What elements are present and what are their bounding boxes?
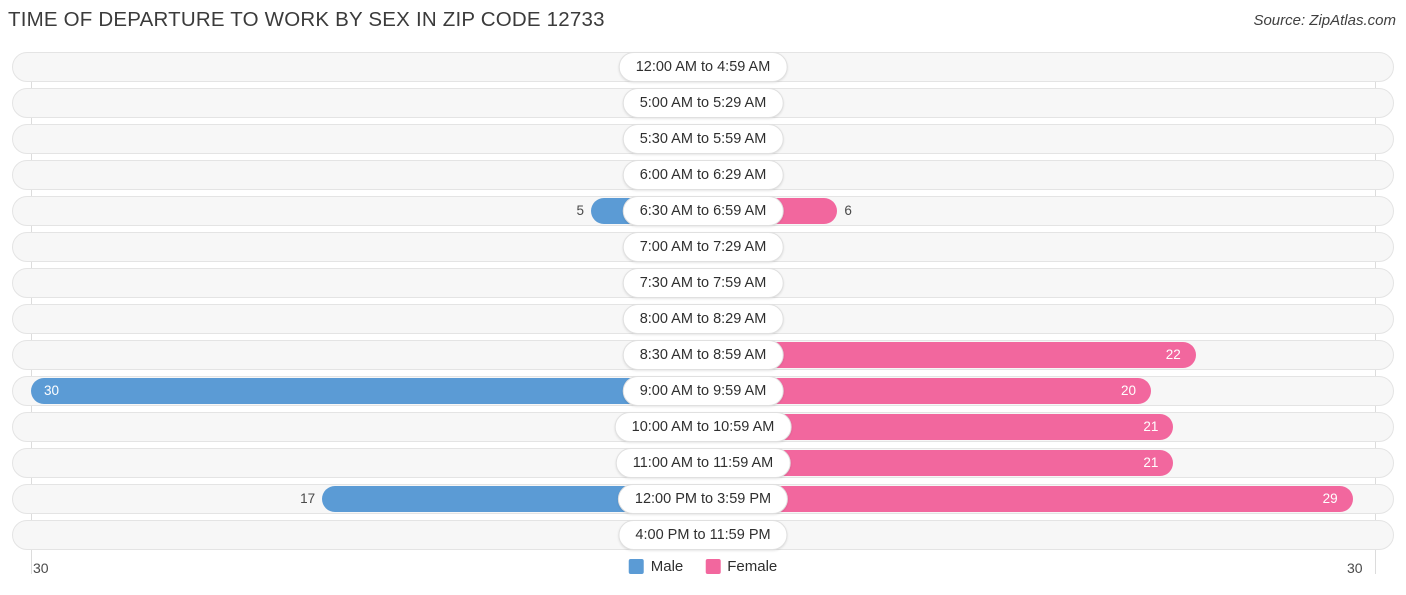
bar-value-female: 21 (1143, 419, 1159, 434)
bar-row-inner: 0228:30 AM to 8:59 AM (13, 340, 1393, 370)
bar-row[interactable]: 02110:00 AM to 10:59 AM (12, 412, 1394, 442)
bar-value-female: 20 (1121, 383, 1137, 398)
category-label: 9:00 AM to 9:59 AM (622, 376, 784, 406)
axis-label-left: 30 (33, 560, 49, 576)
bar-row-inner: 005:00 AM to 5:29 AM (13, 88, 1393, 118)
bar-row[interactable]: 5 6 6:30 AM to 6:59 AM (12, 196, 1394, 226)
bar-row[interactable]: 0012:00 AM to 4:59 AM (12, 52, 1394, 82)
category-label: 7:00 AM to 7:29 AM (622, 232, 784, 262)
bar-row[interactable]: 008:00 AM to 8:29 AM (12, 304, 1394, 334)
bar-row-inner: 30 20 9:00 AM to 9:59 AM (13, 376, 1393, 406)
source-attribution: Source: ZipAtlas.com (1253, 12, 1396, 29)
bar-value-female: 29 (1322, 491, 1338, 506)
bar-value-male: 5 (576, 203, 584, 218)
category-label: 4:00 PM to 11:59 PM (618, 520, 788, 550)
axis-label-right: 30 (1347, 560, 1363, 576)
bar-row-inner: 007:30 AM to 7:59 AM (13, 268, 1393, 298)
page-title: TIME OF DEPARTURE TO WORK BY SEX IN ZIP … (8, 8, 605, 31)
legend-item-male[interactable]: Male (628, 558, 684, 575)
bar-row[interactable]: 005:30 AM to 5:59 AM (12, 124, 1394, 154)
bar-male (31, 378, 703, 404)
bar-value-female: 22 (1165, 347, 1181, 362)
legend-item-female[interactable]: Female (705, 558, 777, 575)
legend-label-male: Male (650, 558, 684, 575)
bar-row-inner: 17 29 12:00 PM to 3:59 PM (13, 484, 1393, 514)
bar-row[interactable]: 006:00 AM to 6:29 AM (12, 160, 1394, 190)
category-label: 6:30 AM to 6:59 AM (622, 196, 784, 226)
bar-female (703, 486, 1353, 512)
bar-row[interactable]: 17 29 12:00 PM to 3:59 PM (12, 484, 1394, 514)
bar-value-male: 30 (43, 383, 59, 398)
bar-row-inner: 02110:00 AM to 10:59 AM (13, 412, 1393, 442)
bar-row[interactable]: 007:00 AM to 7:29 AM (12, 232, 1394, 262)
bar-row-inner: 005:30 AM to 5:59 AM (13, 124, 1393, 154)
category-label: 12:00 AM to 4:59 AM (618, 52, 788, 82)
chart-root: TIME OF DEPARTURE TO WORK BY SEX IN ZIP … (0, 0, 1406, 595)
bar-rows: 0012:00 AM to 4:59 AM 005:00 AM to 5:29 A… (12, 52, 1394, 550)
bar-row-inner: 008:00 AM to 8:29 AM (13, 304, 1393, 334)
category-label: 7:30 AM to 7:59 AM (622, 268, 784, 298)
plot-area: 0012:00 AM to 4:59 AM 005:00 AM to 5:29 A… (12, 52, 1394, 574)
bar-value-male: 17 (300, 491, 316, 506)
bar-value-female: 6 (844, 203, 852, 218)
bar-row-inner: 02111:00 AM to 11:59 AM (13, 448, 1393, 478)
bar-row[interactable]: 0228:30 AM to 8:59 AM (12, 340, 1394, 370)
category-label: 5:30 AM to 5:59 AM (622, 124, 784, 154)
bar-row[interactable]: 004:00 PM to 11:59 PM (12, 520, 1394, 550)
legend: Male Female (628, 558, 777, 575)
bar-value-female: 21 (1143, 455, 1159, 470)
category-label: 10:00 AM to 10:59 AM (614, 412, 792, 442)
bar-row[interactable]: 02111:00 AM to 11:59 AM (12, 448, 1394, 478)
bar-row-inner: 0012:00 AM to 4:59 AM (13, 52, 1393, 82)
bar-row-inner: 006:00 AM to 6:29 AM (13, 160, 1393, 190)
bar-row-inner: 004:00 PM to 11:59 PM (13, 520, 1393, 550)
legend-swatch-male-icon (628, 559, 644, 574)
bar-row-inner: 5 6 6:30 AM to 6:59 AM (13, 196, 1393, 226)
category-label: 5:00 AM to 5:29 AM (622, 88, 784, 118)
category-label: 8:30 AM to 8:59 AM (622, 340, 784, 370)
bar-row[interactable]: 30 20 9:00 AM to 9:59 AM (12, 376, 1394, 406)
bar-row-inner: 007:00 AM to 7:29 AM (13, 232, 1393, 262)
category-label: 8:00 AM to 8:29 AM (622, 304, 784, 334)
legend-swatch-female-icon (705, 559, 721, 574)
category-label: 11:00 AM to 11:59 AM (615, 448, 791, 478)
bar-row[interactable]: 007:30 AM to 7:59 AM (12, 268, 1394, 298)
legend-label-female: Female (727, 558, 778, 575)
category-label: 12:00 PM to 3:59 PM (617, 484, 789, 514)
category-label: 6:00 AM to 6:29 AM (622, 160, 784, 190)
bar-row[interactable]: 005:00 AM to 5:29 AM (12, 88, 1394, 118)
